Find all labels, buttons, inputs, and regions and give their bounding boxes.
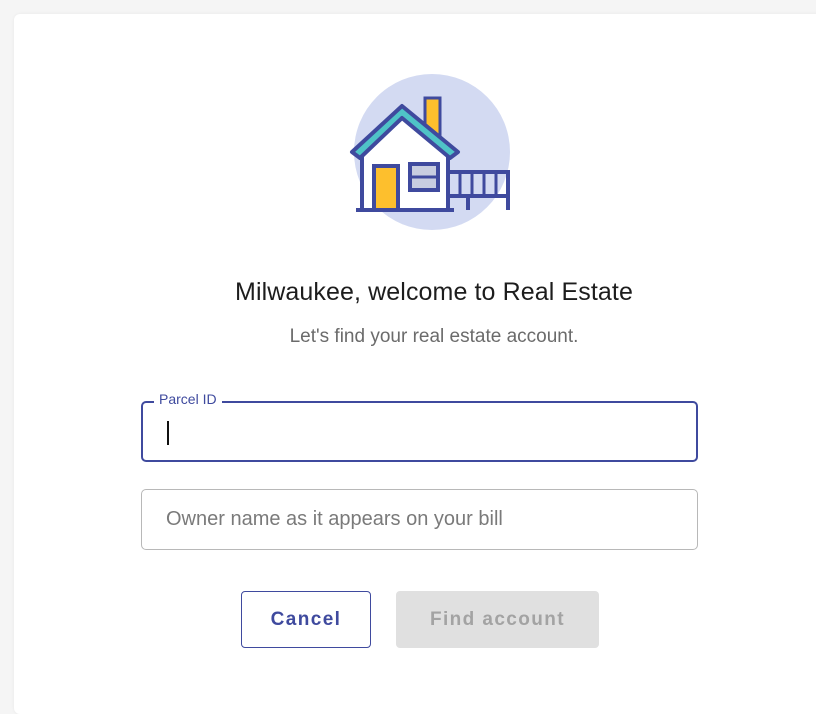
cancel-button[interactable]: Cancel: [241, 591, 371, 648]
parcel-id-input[interactable]: [167, 403, 677, 460]
owner-name-input[interactable]: [166, 490, 676, 549]
page-subtitle: Let's find your real estate account.: [289, 326, 579, 347]
find-account-button[interactable]: Find account: [396, 591, 599, 648]
house-icon: [350, 74, 510, 230]
owner-name-field[interactable]: [141, 489, 698, 550]
welcome-card: Milwaukee, welcome to Real Estate Let's …: [14, 14, 816, 714]
parcel-id-field[interactable]: Parcel ID: [141, 391, 698, 462]
text-cursor: [167, 421, 169, 445]
page-title: Milwaukee, welcome to Real Estate: [235, 278, 633, 306]
